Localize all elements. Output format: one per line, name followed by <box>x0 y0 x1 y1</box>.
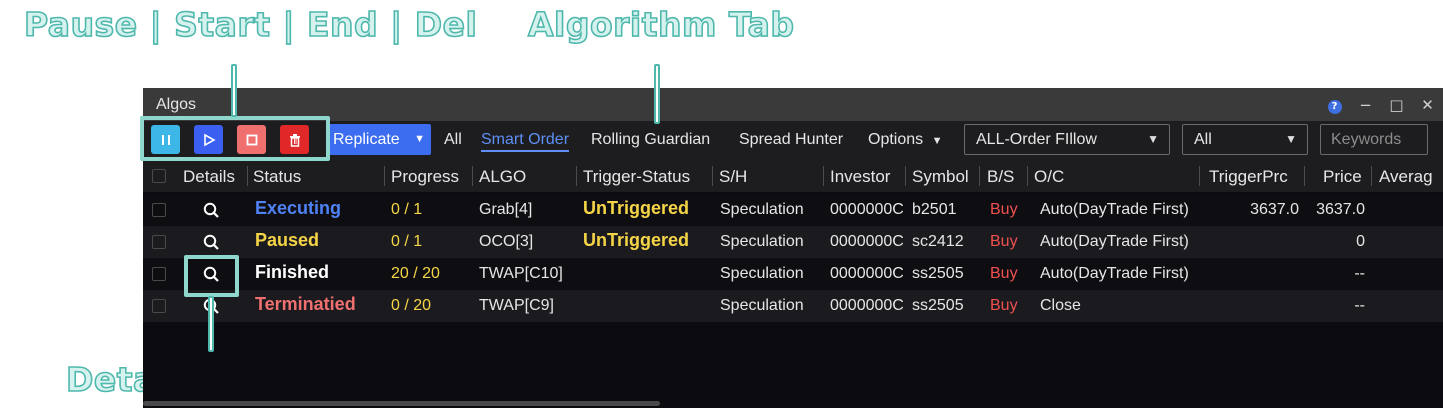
title-bar: Algos ? − □ ✕ <box>143 88 1443 121</box>
minimize-icon[interactable]: − <box>1350 96 1381 114</box>
status-cell: Terminatied <box>255 294 356 314</box>
close-icon[interactable]: ✕ <box>1412 96 1443 114</box>
price-cell: 3637.0 <box>1316 201 1365 218</box>
table-row[interactable]: Paused 0 / 1 OCO[3] UnTriggered Speculat… <box>143 226 1443 258</box>
trigger-status-cell: UnTriggered <box>583 230 690 250</box>
trigger-status-cell: UnTriggered <box>583 198 690 218</box>
controls-highlight-box <box>140 116 330 161</box>
options-label: Options <box>868 131 924 148</box>
bs-cell: Buy <box>990 297 1018 314</box>
controls-connector-line <box>231 64 237 117</box>
select-all-checkbox[interactable] <box>152 169 166 183</box>
progress-cell: 0 / 20 <box>391 297 432 314</box>
chevron-down-icon: ▼ <box>931 135 943 147</box>
sh-cell: Speculation <box>720 201 804 218</box>
algo-cell: TWAP[C10] <box>479 265 563 282</box>
symbol-cell: ss2505 <box>912 297 964 314</box>
algo-cell: TWAP[C9] <box>479 297 554 314</box>
details-connector-line <box>208 296 214 352</box>
replicate-label: Replicate <box>333 131 400 148</box>
status-filter-select[interactable]: All ▼ <box>1182 124 1308 155</box>
tab-annotation-label: Algorithm Tab <box>527 4 795 45</box>
progress-cell: 0 / 1 <box>391 201 423 218</box>
order-filter-value: ALL-Order FIllow <box>976 131 1097 148</box>
maximize-icon[interactable]: □ <box>1381 96 1412 114</box>
status-cell: Finished <box>255 262 330 282</box>
table-header: Details Status Progress ALGO Trigger-Sta… <box>143 159 1443 192</box>
col-details[interactable]: Details <box>183 167 235 187</box>
row-checkbox[interactable] <box>152 299 166 313</box>
price-cell: 0 <box>1356 233 1365 250</box>
options-menu[interactable]: Options ▼ <box>868 131 942 149</box>
col-average[interactable]: Averag <box>1379 167 1433 187</box>
col-trigger-prc[interactable]: TriggerPrc <box>1209 167 1288 187</box>
bs-cell: Buy <box>990 233 1018 250</box>
chevron-down-icon: ▼ <box>1147 132 1159 146</box>
order-filter-select[interactable]: ALL-Order FIllow ▼ <box>964 124 1170 155</box>
row-checkbox[interactable] <box>152 203 166 217</box>
window-title: Algos <box>156 96 197 113</box>
algo-cell: OCO[3] <box>479 233 534 250</box>
status-cell: Paused <box>255 230 320 250</box>
oc-cell: Close <box>1040 297 1081 314</box>
magnifier-icon[interactable] <box>202 233 220 251</box>
symbol-cell: b2501 <box>912 201 957 218</box>
investor-cell: 0000000C <box>830 233 903 250</box>
sh-cell: Speculation <box>720 297 804 314</box>
investor-cell: 0000000C <box>830 297 903 314</box>
tab-spread-hunter[interactable]: Spread Hunter <box>739 131 843 149</box>
col-price[interactable]: Price <box>1323 167 1362 187</box>
table-row[interactable]: Executing 0 / 1 Grab[4] UnTriggered Spec… <box>143 194 1443 226</box>
col-algo[interactable]: ALGO <box>479 167 526 187</box>
tab-all[interactable]: All <box>444 131 462 149</box>
replicate-button[interactable]: Replicate ▼ <box>329 124 431 155</box>
col-symbol[interactable]: Symbol <box>912 167 969 187</box>
col-investor[interactable]: Investor <box>830 167 890 187</box>
bs-cell: Buy <box>990 265 1018 282</box>
col-oc[interactable]: O/C <box>1034 167 1064 187</box>
symbol-cell: ss2505 <box>912 265 964 282</box>
col-trigger-status[interactable]: Trigger-Status <box>583 167 690 187</box>
sh-cell: Speculation <box>720 265 804 282</box>
row-checkbox[interactable] <box>152 267 166 281</box>
status-cell: Executing <box>255 198 342 218</box>
tab-smart-order[interactable]: Smart Order <box>481 131 570 152</box>
controls-annotation-label: Pause | Start | End | Del <box>23 4 478 45</box>
toolbar: Replicate ▼ All Smart Order Rolling Guar… <box>143 121 1443 159</box>
chevron-down-icon: ▼ <box>1285 132 1297 146</box>
col-sh[interactable]: S/H <box>719 167 747 187</box>
progress-cell: 20 / 20 <box>391 265 440 282</box>
progress-cell: 0 / 1 <box>391 233 423 250</box>
keywords-input[interactable]: Keywords <box>1320 124 1428 155</box>
price-cell: -- <box>1354 265 1365 282</box>
algos-window: Algos ? − □ ✕ Replicate ▼ All Smart Orde… <box>143 88 1443 408</box>
tab-connector-line <box>654 64 660 124</box>
horizontal-scrollbar[interactable] <box>143 401 660 406</box>
trigger-prc-cell: 3637.0 <box>1250 201 1299 218</box>
table-row[interactable]: Finished 20 / 20 TWAP[C10] Speculation 0… <box>143 258 1443 290</box>
price-cell: -- <box>1354 297 1365 314</box>
oc-cell: Auto(DayTrade First) <box>1040 265 1189 282</box>
col-bs[interactable]: B/S <box>987 167 1014 187</box>
investor-cell: 0000000C <box>830 201 903 218</box>
chevron-down-icon: ▼ <box>414 133 425 145</box>
sh-cell: Speculation <box>720 233 804 250</box>
help-icon[interactable]: ? <box>1319 95 1350 114</box>
algo-cell: Grab[4] <box>479 201 533 218</box>
table-row[interactable]: Terminatied 0 / 20 TWAP[C9] Speculation … <box>143 290 1443 322</box>
symbol-cell: sc2412 <box>912 233 964 250</box>
col-progress[interactable]: Progress <box>391 167 459 187</box>
row-checkbox[interactable] <box>152 235 166 249</box>
magnifier-icon[interactable] <box>202 201 220 219</box>
bs-cell: Buy <box>990 201 1018 218</box>
investor-cell: 0000000C <box>830 265 903 282</box>
tab-rolling-guardian[interactable]: Rolling Guardian <box>591 131 710 149</box>
oc-cell: Auto(DayTrade First) <box>1040 233 1189 250</box>
status-filter-value: All <box>1194 131 1212 148</box>
oc-cell: Auto(DayTrade First) <box>1040 201 1189 218</box>
col-status[interactable]: Status <box>253 167 301 187</box>
details-highlight-box <box>184 255 239 297</box>
